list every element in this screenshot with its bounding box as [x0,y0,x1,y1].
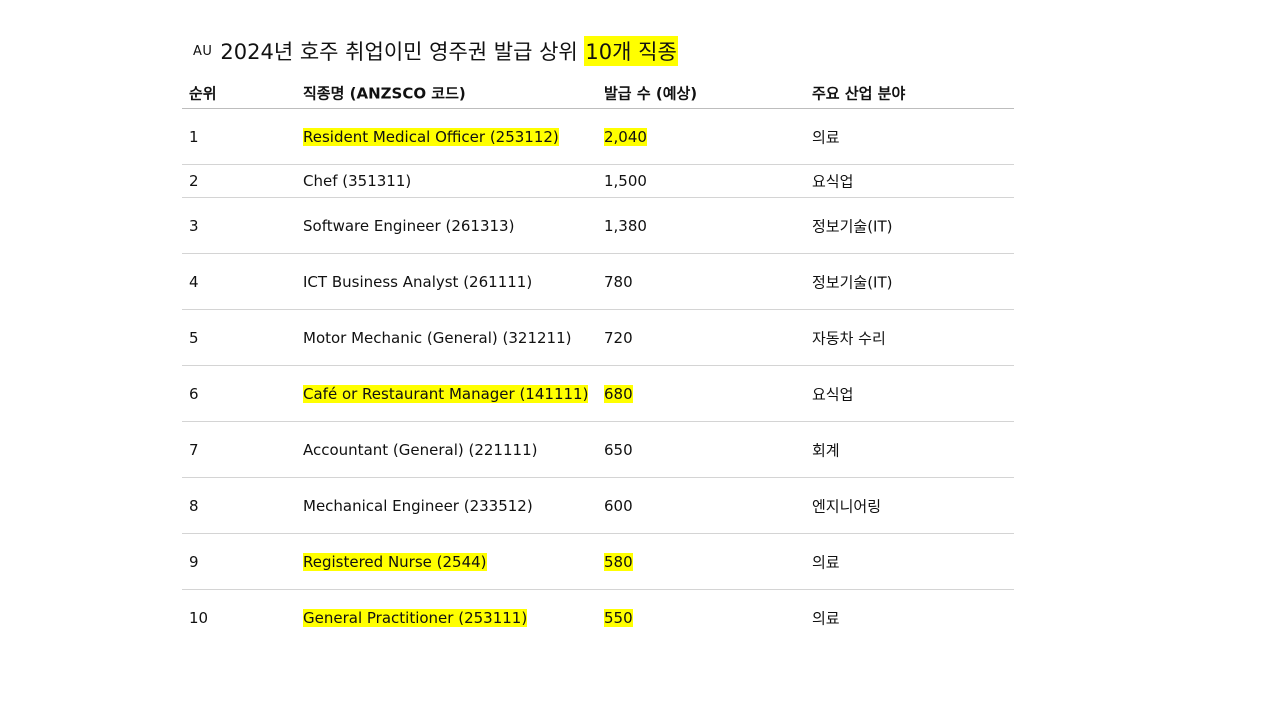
count-cell: 550 [604,608,633,627]
industry-cell: 회계 [812,441,840,459]
table-row: 4 ICT Business Analyst (261111) 780 정보기술… [182,254,1014,310]
count-cell: 650 [604,440,633,459]
occupation-cell: Café or Restaurant Manager (141111) [303,384,589,403]
industry-cell: 자동차 수리 [812,329,886,347]
occupation-cell: Registered Nurse (2544) [303,552,487,571]
page-title: AU 2024년 호주 취업이민 영주권 발급 상위 10개 직종 [193,36,678,66]
table-header-row: 순위 직종명 (ANZSCO 코드) 발급 수 (예상) 주요 산업 분야 [182,78,1014,109]
table-row: 1 Resident Medical Officer (253112) 2,04… [182,109,1014,165]
rank-cell: 7 [189,440,199,459]
industry-cell: 요식업 [812,385,854,403]
title-text: 2024년 호주 취업이민 영주권 발급 상위 [220,40,578,64]
table-row: 2 Chef (351311) 1,500 요식업 [182,165,1014,198]
header-count: 발급 수 (예상) [604,84,698,103]
industry-cell: 엔지니어링 [812,497,882,515]
count-cell: 580 [604,552,633,571]
occupation-cell: Resident Medical Officer (253112) [303,127,559,146]
rank-cell: 6 [189,384,199,403]
header-industry: 주요 산업 분야 [812,84,906,103]
occupation-cell: Chef (351311) [303,172,412,190]
table-row: 7 Accountant (General) (221111) 650 회계 [182,422,1014,478]
count-cell: 2,040 [604,127,647,146]
occupation-cell: Software Engineer (261313) [303,216,515,235]
table-row: 9 Registered Nurse (2544) 580 의료 [182,534,1014,590]
count-cell: 720 [604,328,633,347]
count-cell: 1,500 [604,172,647,190]
occupation-cell: General Practitioner (253111) [303,608,528,627]
rank-cell: 8 [189,496,199,515]
occupation-table: 순위 직종명 (ANZSCO 코드) 발급 수 (예상) 주요 산업 분야 1 … [182,78,1014,645]
occupation-cell: Accountant (General) (221111) [303,440,538,459]
rank-cell: 2 [189,172,199,190]
industry-cell: 의료 [812,128,840,146]
count-cell: 600 [604,496,633,515]
table-row: 3 Software Engineer (261313) 1,380 정보기술(… [182,198,1014,254]
industry-cell: 정보기술(IT) [812,273,893,291]
rank-cell: 1 [189,127,199,146]
industry-cell: 정보기술(IT) [812,217,893,235]
occupation-cell: ICT Business Analyst (261111) [303,272,533,291]
occupation-cell: Mechanical Engineer (233512) [303,496,533,515]
rank-cell: 9 [189,552,199,571]
occupation-cell: Motor Mechanic (General) (321211) [303,328,572,347]
industry-cell: 요식업 [812,172,854,191]
rank-cell: 5 [189,328,199,347]
rank-cell: 10 [189,608,209,627]
table-row: 8 Mechanical Engineer (233512) 600 엔지니어링 [182,478,1014,534]
flag-icon: AU [193,43,213,59]
header-occupation: 직종명 (ANZSCO 코드) [303,84,466,103]
count-cell: 780 [604,272,633,291]
rank-cell: 4 [189,272,199,291]
industry-cell: 의료 [812,553,840,571]
header-rank: 순위 [189,84,217,103]
table-row: 6 Café or Restaurant Manager (141111) 68… [182,366,1014,422]
count-cell: 680 [604,384,633,403]
rank-cell: 3 [189,216,199,235]
table-row: 5 Motor Mechanic (General) (321211) 720 … [182,310,1014,366]
industry-cell: 의료 [812,609,840,627]
table-row: 10 General Practitioner (253111) 550 의료 [182,590,1014,645]
count-cell: 1,380 [604,216,647,235]
title-highlight: 10개 직종 [584,36,678,66]
